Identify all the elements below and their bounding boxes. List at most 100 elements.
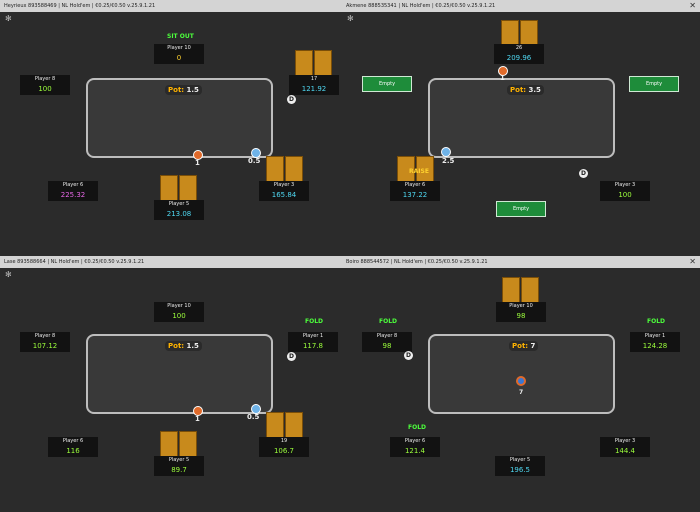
seat-bottom-right[interactable]: 19 106.7 (259, 437, 309, 457)
player-name: Player 8 (34, 76, 56, 82)
settings-gear-icon[interactable]: ✻ (5, 15, 13, 23)
dealer-button: D (287, 352, 296, 361)
card-back (295, 50, 313, 76)
seat-bottom[interactable]: Player 5 213.08 (154, 200, 204, 220)
window-title: Lase 893588664 | NL Hold'em | €0.25/€0.5… (4, 259, 145, 265)
player-stack: 196.5 (509, 466, 531, 474)
settings-gear-icon[interactable]: ✻ (5, 271, 13, 279)
player-stack: 213.08 (166, 210, 192, 218)
player-stack: 116 (66, 447, 80, 455)
player-stack: 165.84 (271, 191, 297, 199)
player-stack: 98 (516, 312, 526, 320)
player-stack: 124.28 (642, 342, 668, 350)
close-icon[interactable]: ✕ (689, 0, 696, 12)
dealer-button: D (404, 351, 413, 360)
status-raise: RAISE (409, 168, 429, 175)
player-name: 26 (515, 45, 523, 51)
seat-right[interactable]: Player 1 117.8 (288, 332, 338, 352)
card-back (521, 277, 539, 303)
player-name: Player 3 (273, 182, 295, 188)
hole-cards (501, 20, 539, 46)
status-fold: FOLD (647, 318, 666, 325)
hole-cards (160, 175, 198, 201)
seat-top[interactable]: Player 10 100 (154, 302, 204, 322)
empty-seat-button[interactable]: Empty (496, 201, 546, 217)
window-title-bar: Boiro 888544572 | NL Hold'em | €0.25/€0.… (342, 256, 700, 268)
hole-cards (266, 412, 304, 438)
bet-amount: 1 (195, 159, 200, 167)
seat-bottom-left[interactable]: Player 6 225.32 (48, 181, 98, 201)
dealer-button: D (579, 169, 588, 178)
card-back (179, 431, 197, 457)
bet-amount: 1 (500, 74, 505, 82)
player-name: Player 6 (62, 182, 84, 188)
bet-chip-icon (516, 376, 526, 386)
player-stack: 225.32 (60, 191, 86, 199)
seat-top-right[interactable]: 17 121.92 (289, 75, 339, 95)
pot-display: Pot: 1.5 (165, 85, 202, 95)
hole-cards (502, 277, 540, 303)
pot-label: Pot: (512, 342, 529, 350)
settings-gear-icon[interactable]: ✻ (347, 15, 355, 23)
seat-bottom-right[interactable]: Player 3 100 (600, 181, 650, 201)
seat-bottom-right[interactable]: Player 3 165.84 (259, 181, 309, 201)
card-back (502, 277, 520, 303)
pot-value: 1.5 (186, 342, 199, 350)
player-name: Player 6 (404, 438, 426, 444)
pot-value: 3.5 (528, 86, 541, 94)
player-stack: 106.7 (273, 447, 295, 455)
seat-bottom[interactable]: Player 5 196.5 (495, 456, 545, 476)
player-stack: 209.96 (506, 54, 532, 62)
player-stack: 0 (176, 54, 182, 62)
table-window-4: Boiro 888544572 | NL Hold'em | €0.25/€0.… (342, 256, 700, 512)
window-title: Boiro 888544572 | NL Hold'em | €0.25/€0.… (346, 259, 488, 265)
card-back (501, 20, 519, 46)
close-icon[interactable]: ✕ (689, 256, 696, 268)
player-name: 17 (310, 76, 318, 82)
empty-seat-button[interactable]: Empty (362, 76, 412, 92)
bet-amount: 0.5 (248, 157, 261, 165)
player-name: Player 6 (404, 182, 426, 188)
player-stack: 121.92 (301, 85, 327, 93)
player-stack: 100 (38, 85, 52, 93)
player-name: Player 6 (62, 438, 84, 444)
pot-value: 7 (530, 342, 536, 350)
status-fold: FOLD (408, 424, 427, 431)
table-window-3: Lase 893588664 | NL Hold'em | €0.25/€0.5… (0, 256, 342, 512)
seat-top[interactable]: Player 10 0 (154, 44, 204, 64)
bet-amount: 0.5 (247, 413, 260, 421)
bet-amount: 1 (195, 415, 200, 423)
seat-bottom-left[interactable]: Player 6 137.22 (390, 181, 440, 201)
player-name: Player 8 (34, 333, 56, 339)
pot-display: Pot: 1.5 (165, 341, 202, 351)
seat-bottom-right[interactable]: Player 3 144.4 (600, 437, 650, 457)
hole-cards (295, 50, 333, 76)
seat-bottom-left[interactable]: Player 6 116 (48, 437, 98, 457)
player-stack: 98 (382, 342, 392, 350)
seat-top[interactable]: 26 209.96 (494, 44, 544, 64)
player-name: Player 10 (167, 303, 191, 309)
status-fold: FOLD (305, 318, 324, 325)
seat-bottom-left[interactable]: Player 6 121.4 (390, 437, 440, 457)
hole-cards (160, 431, 198, 457)
empty-seat-button[interactable]: Empty (629, 76, 679, 92)
window-title-bar: Lase 893588664 | NL Hold'em | €0.25/€0.5… (0, 256, 342, 268)
player-name: Player 5 (168, 201, 190, 207)
player-stack: 121.4 (404, 447, 426, 455)
player-name: Player 3 (614, 438, 636, 444)
seat-left[interactable]: Player 8 100 (20, 75, 70, 95)
pot-display: Pot: 7 (509, 341, 539, 351)
seat-left[interactable]: Player 8 107.12 (20, 332, 70, 352)
seat-top[interactable]: Player 10 98 (496, 302, 546, 322)
player-stack: 144.4 (614, 447, 636, 455)
window-title-bar: Heyrieux 893588469 | NL Hold'em | €0.25/… (0, 0, 342, 12)
seat-left[interactable]: Player 8 98 (362, 332, 412, 352)
player-stack: 100 (172, 312, 186, 320)
player-name: Player 5 (509, 457, 531, 463)
window-title: Heyrieux 893588469 | NL Hold'em | €0.25/… (4, 3, 156, 9)
player-stack: 117.8 (302, 342, 324, 350)
dealer-button: D (287, 95, 296, 104)
seat-right[interactable]: Player 1 124.28 (630, 332, 680, 352)
card-back (266, 412, 284, 438)
seat-bottom[interactable]: Player 5 89.7 (154, 456, 204, 476)
